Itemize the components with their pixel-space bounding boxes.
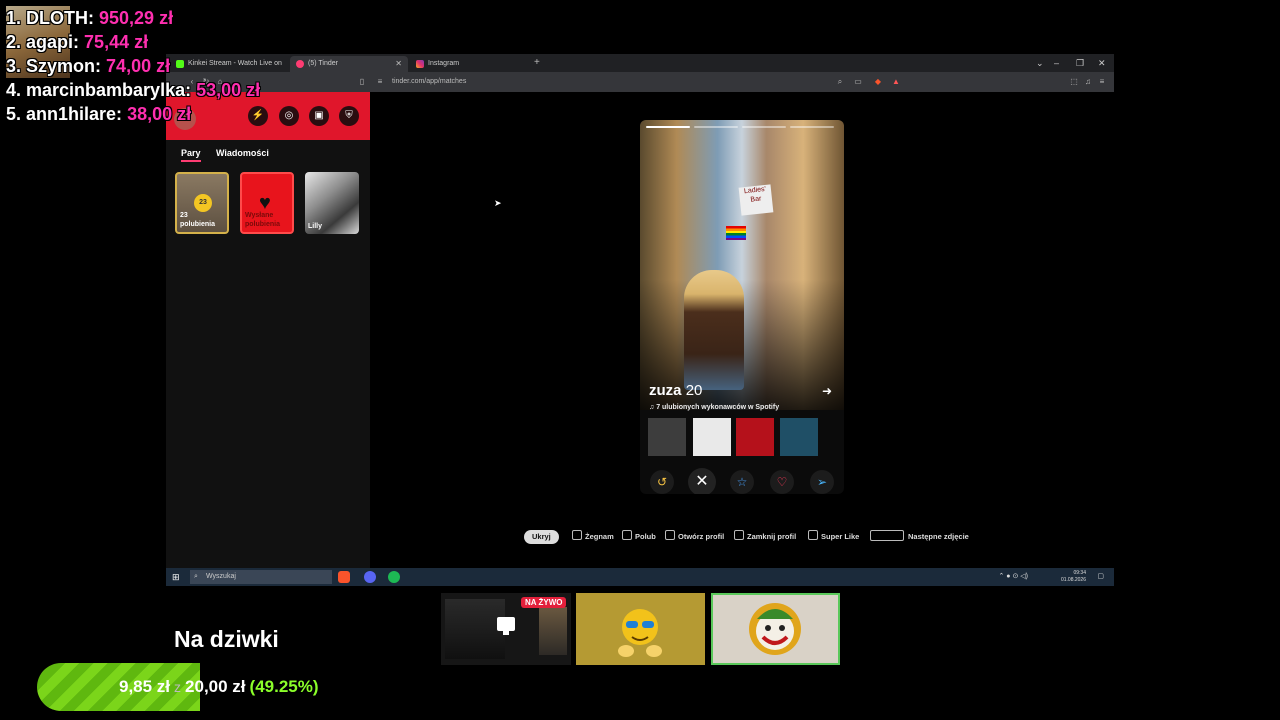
minimize-button[interactable]: – bbox=[1054, 56, 1059, 70]
rainbow-flag bbox=[726, 226, 746, 240]
hide-hints-button[interactable]: Ukryj bbox=[524, 530, 559, 544]
hint-super-like: Super Like bbox=[808, 530, 859, 544]
sent-likes-card[interactable]: ♥ Wysłane polubienia bbox=[240, 172, 294, 234]
tab-matches[interactable]: Pary bbox=[181, 148, 201, 162]
leaderboard-row: 2. agapi: 75,44 zł bbox=[6, 32, 149, 52]
likes-count-badge: 23 bbox=[194, 194, 212, 212]
leaderboard-row: 4. marcinbambarylka: 53,00 zł bbox=[6, 80, 261, 100]
tab-messages[interactable]: Wiadomości bbox=[216, 148, 269, 158]
goal-progress-text: 9,85 zł z 20,00 zł (49.25%) bbox=[119, 677, 319, 696]
joker-thumbnail bbox=[711, 593, 840, 665]
likes-card[interactable]: 23 23 polubienia bbox=[175, 172, 229, 234]
artist-cover[interactable] bbox=[736, 418, 774, 456]
notifications-icon[interactable]: ▢ bbox=[1097, 568, 1104, 586]
sidebar-tabs: Pary Wiadomości bbox=[166, 140, 370, 170]
bookmark-icon[interactable]: ▯ bbox=[356, 76, 368, 88]
rewind-icon[interactable]: ↺ bbox=[650, 470, 674, 494]
taskbar-clock[interactable]: 09:34 01.08.2026 bbox=[1061, 570, 1086, 584]
goal-title: Na dziwki bbox=[174, 626, 279, 652]
hint-close-profile: Zamknij profil bbox=[734, 530, 796, 544]
photo-progress-bars bbox=[646, 126, 838, 128]
artist-cover[interactable] bbox=[780, 418, 818, 456]
person-figure bbox=[684, 270, 744, 390]
send-icon[interactable]: ➢ bbox=[810, 470, 834, 494]
screen-preview bbox=[445, 599, 505, 659]
explore-icon[interactable]: ◎ bbox=[279, 106, 299, 126]
close-tab-icon[interactable]: ✕ bbox=[395, 56, 402, 72]
tab-search-icon[interactable]: ⌄ bbox=[1036, 56, 1044, 70]
windows-start-icon[interactable]: ⊞ bbox=[172, 572, 180, 582]
match-card-lilly[interactable]: Lilly bbox=[305, 172, 359, 234]
profile-name: zuza 20 bbox=[649, 382, 703, 399]
taskbar-search[interactable]: ⌕ Wyszukaj bbox=[190, 570, 332, 584]
live-badge: NA ŻYWO bbox=[521, 597, 567, 608]
close-icon[interactable]: ✕ bbox=[688, 468, 716, 494]
webcam-preview bbox=[539, 607, 567, 655]
brave-shield-icon[interactable]: ◆ bbox=[872, 76, 884, 88]
star-icon[interactable]: ☆ bbox=[730, 470, 754, 494]
sent-likes-label: Wysłane polubienia bbox=[245, 212, 280, 228]
brave-taskbar-icon[interactable] bbox=[338, 571, 350, 583]
windows-taskbar: ⊞ ⌕ Wyszukaj 09:34 01.08.2026 ▢ ⌃ ● ⊙ ◁) bbox=[166, 568, 1114, 586]
hint-open-profile: Otwórz profil bbox=[665, 530, 724, 544]
system-tray-icons[interactable]: ⌃ ● ⊙ ◁) bbox=[998, 568, 1028, 586]
tab-bar: Kinkei Stream - Watch Live on Kick (5) T… bbox=[166, 54, 1114, 83]
artist-cover[interactable] bbox=[693, 418, 731, 456]
music-icon[interactable]: ♫ bbox=[1082, 76, 1094, 88]
heart-icon[interactable]: ♡ bbox=[770, 470, 794, 494]
leaderboard-row: 3. Szymon: 74,00 zł bbox=[6, 56, 171, 76]
goal-progress-bar: 9,85 zł z 20,00 zł (49.25%) bbox=[37, 663, 367, 711]
instagram-icon bbox=[416, 60, 424, 68]
cursor-icon: ➤ bbox=[494, 198, 502, 208]
search-icon: ⌕ bbox=[194, 573, 198, 580]
hint-like: Polub bbox=[622, 530, 656, 544]
screen-share-icon[interactable]: ▭ bbox=[852, 76, 864, 88]
match-name: Lilly bbox=[308, 223, 323, 230]
briefcase-icon[interactable]: ▣ bbox=[309, 106, 329, 126]
profile-card[interactable]: Ladies' Bar zuza 20 ➜ ♫ 7 ulubionych wyk… bbox=[640, 120, 844, 494]
tinder-sidebar: ⚡ ◎ ▣ ⛨ Pary Wiadomości 23 23 polubienia… bbox=[166, 92, 370, 568]
scene-thumbnail-screen: NA ŻYWO bbox=[441, 593, 571, 665]
artist-cover[interactable] bbox=[648, 418, 686, 456]
maximize-button[interactable]: ❐ bbox=[1076, 56, 1084, 70]
profile-photo: Ladies' Bar bbox=[640, 120, 844, 410]
new-tab-button[interactable]: + bbox=[534, 56, 540, 70]
site-settings-icon[interactable]: ≡ bbox=[374, 76, 386, 88]
joker-emoji-icon bbox=[749, 603, 801, 655]
tinder-icon bbox=[296, 60, 304, 68]
leaderboard-row: 1. DLOTH: 950,29 zł bbox=[6, 8, 174, 28]
tab-instagram[interactable]: Instagram bbox=[410, 56, 530, 72]
donation-leaderboard: 1. DLOTH: 950,29 zł 2. agapi: 75,44 zł 3… bbox=[6, 6, 260, 126]
rewards-icon[interactable]: ▲ bbox=[890, 76, 902, 88]
shop-sign: Ladies' Bar bbox=[738, 184, 774, 216]
spotify-taskbar-icon[interactable] bbox=[388, 571, 400, 583]
monitor-icon bbox=[497, 617, 515, 635]
extensions-icon[interactable]: ⬚ bbox=[1068, 76, 1080, 88]
leaderboard-row: 5. ann1hilare: 38,00 zł bbox=[6, 104, 192, 124]
browser-window: Kinkei Stream - Watch Live on Kick (5) T… bbox=[166, 54, 1114, 586]
likes-label: 23 polubienia bbox=[180, 212, 215, 228]
emoji-thumbnail bbox=[576, 593, 705, 665]
menu-icon[interactable]: ≡ bbox=[1096, 76, 1108, 88]
cool-emoji-icon bbox=[618, 609, 662, 657]
discord-taskbar-icon[interactable] bbox=[364, 571, 376, 583]
url-field[interactable]: tinder.com/app/matches bbox=[392, 72, 466, 92]
shield-icon[interactable]: ⛨ bbox=[339, 106, 359, 126]
close-window-button[interactable]: ✕ bbox=[1098, 56, 1106, 70]
hint-next-photo: Następne zdjęcie bbox=[870, 530, 969, 544]
zoom-icon[interactable]: ⌕ bbox=[834, 76, 846, 88]
spotify-info: ♫ 7 ulubionych wykonawców w Spotify bbox=[649, 404, 780, 411]
address-bar: ‹ ↻ ⌂ ▯ ≡ tinder.com/app/matches ⌕ ▭ ◆ ▲… bbox=[166, 72, 1114, 92]
hint-nope: Żegnam bbox=[572, 530, 614, 544]
tab-tinder[interactable]: (5) Tinder ✕ bbox=[290, 56, 408, 72]
open-profile-icon[interactable]: ➜ bbox=[822, 384, 832, 398]
